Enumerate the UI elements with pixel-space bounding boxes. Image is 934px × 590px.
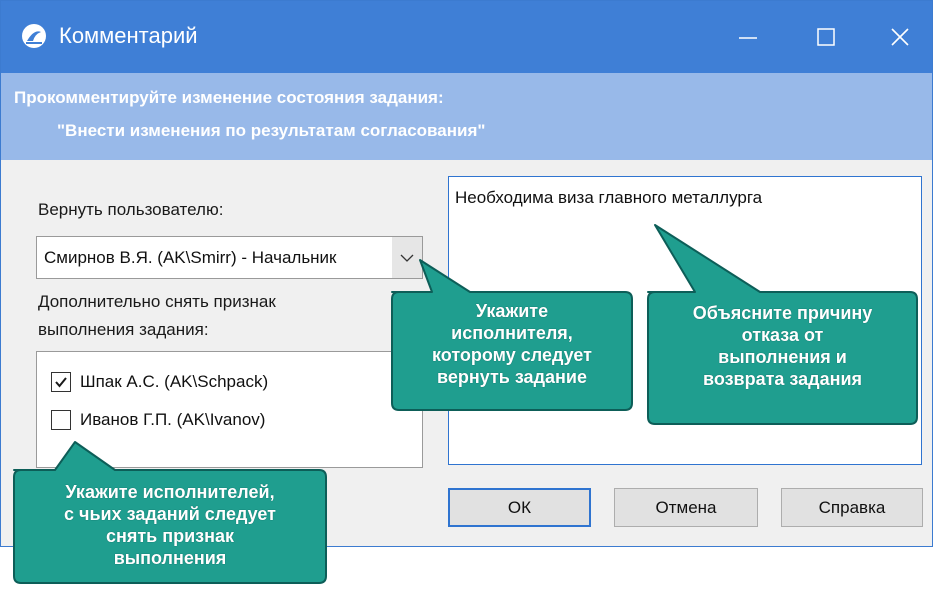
- chevron-down-icon: [400, 254, 414, 262]
- return-user-label: Вернуть пользователю:: [38, 200, 224, 219]
- cancel-button[interactable]: Отмена: [614, 488, 758, 527]
- comment-textarea[interactable]: Необходима виза главного металлурга: [448, 176, 922, 465]
- maximize-button[interactable]: [793, 1, 859, 73]
- window-title: Комментарий: [59, 23, 198, 48]
- close-icon: [891, 28, 909, 46]
- executor-checkbox[interactable]: [51, 372, 71, 392]
- executor-checkbox[interactable]: [51, 410, 71, 430]
- clear-flag-label-line2: выполнения задания:: [38, 320, 209, 339]
- instruction-header: Прокомментируйте изменение состояния зад…: [1, 73, 932, 160]
- app-icon: [22, 24, 46, 48]
- minimize-button[interactable]: [715, 1, 781, 73]
- return-user-value: Смирнов В.Я. (AK\Smirr) - Начальник: [44, 248, 337, 267]
- callout-line: выполнения: [113, 548, 227, 568]
- executor-item[interactable]: Шпак А.С. (AK\Schpack): [51, 369, 268, 395]
- title-bar[interactable]: Комментарий: [1, 1, 932, 73]
- executor-name: Шпак А.С. (AK\Schpack): [80, 372, 269, 391]
- help-button[interactable]: Справка: [781, 488, 923, 527]
- dialog-window: Комментарий Прокомментируйте изменение с…: [0, 0, 933, 547]
- close-button[interactable]: [867, 1, 933, 73]
- task-state-name: "Внести изменения по результатам согласо…: [57, 121, 486, 140]
- return-user-select[interactable]: Смирнов В.Я. (AK\Smirr) - Начальник: [36, 236, 423, 279]
- maximize-icon: [817, 28, 835, 46]
- executors-listbox[interactable]: Шпак А.С. (AK\Schpack) Иванов Г.П. (AK\I…: [36, 351, 423, 468]
- executor-name: Иванов Г.П. (AK\Ivanov): [80, 410, 266, 429]
- clear-flag-label-line1: Дополнительно снять признак: [38, 292, 276, 311]
- executor-item[interactable]: Иванов Г.П. (AK\Ivanov): [51, 407, 265, 433]
- comment-text: Необходима виза главного металлурга: [455, 188, 763, 207]
- minimize-icon: [739, 37, 757, 39]
- dropdown-button[interactable]: [392, 237, 422, 278]
- ok-button[interactable]: ОК: [448, 488, 591, 527]
- instruction-prompt: Прокомментируйте изменение состояния зад…: [14, 88, 444, 107]
- checkmark-icon: [55, 377, 67, 388]
